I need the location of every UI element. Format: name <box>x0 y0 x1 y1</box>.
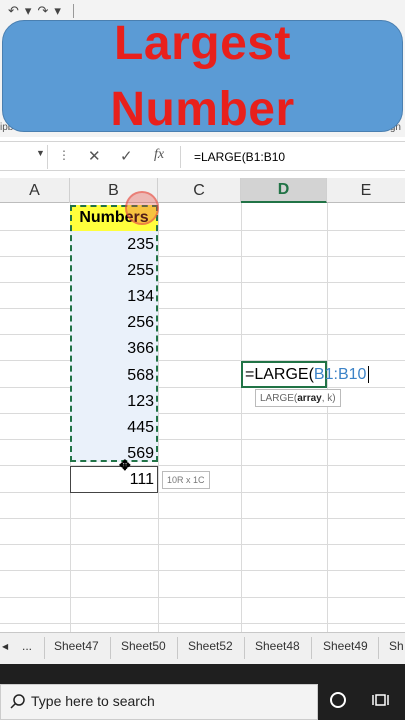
tab-scroll-left-icon[interactable]: ◀ <box>2 642 8 651</box>
column-line <box>327 203 328 632</box>
row-line <box>0 387 405 388</box>
row-line <box>0 308 405 309</box>
formula-bar-divider <box>180 146 181 168</box>
cortana-icon[interactable] <box>330 692 346 708</box>
search-placeholder[interactable]: Type here to search <box>31 693 155 709</box>
row-line <box>0 518 405 519</box>
undo-icon[interactable]: ↶ <box>8 3 19 19</box>
tooltip-remaining-args: , k) <box>321 392 336 404</box>
row-line <box>0 544 405 545</box>
tab-sheet47[interactable]: Sheet47 <box>54 639 99 653</box>
toolbar-divider <box>72 4 74 18</box>
row-line <box>0 570 405 571</box>
row-line <box>0 597 405 598</box>
redo-icon[interactable]: ↷ <box>37 3 48 19</box>
tooltip-current-arg[interactable]: array <box>297 393 321 404</box>
sheet-tabs-bar: ◀ ... Sheet47 Sheet50 Sheet52 Sheet48 Sh… <box>0 632 405 664</box>
tab-divider <box>244 637 245 659</box>
tab-divider <box>177 637 178 659</box>
column-header-row: A B C D E <box>0 178 405 203</box>
range-marquee <box>70 205 158 462</box>
formula-bar: ▼ ⋮ ✕ ✓ fx =LARGE(B1:B10 <box>0 141 405 171</box>
row-line <box>0 623 405 624</box>
chevron-down-icon[interactable]: ▾ <box>25 3 32 19</box>
insert-function-button[interactable]: fx <box>154 147 164 163</box>
tab-divider <box>110 637 111 659</box>
tab-divider <box>378 637 379 659</box>
tab-sheet52[interactable]: Sheet52 <box>188 639 233 653</box>
column-line <box>241 203 242 632</box>
cell-edit-formula[interactable]: =LARGE(B1:B10 <box>245 366 370 384</box>
search-icon <box>10 694 25 709</box>
mouse-cursor-highlight <box>125 191 159 225</box>
row-line <box>0 492 405 493</box>
chevron-down-icon[interactable]: ▾ <box>54 3 61 19</box>
tooltip-function-name: LARGE( <box>260 392 298 404</box>
text-caret <box>368 366 370 384</box>
more-options-icon[interactable]: ⋮ <box>58 148 70 162</box>
row-line <box>0 334 405 335</box>
row-line <box>0 465 405 466</box>
cancel-button[interactable]: ✕ <box>88 147 101 165</box>
row-line <box>0 230 405 231</box>
enter-button[interactable]: ✓ <box>120 147 133 165</box>
row-line <box>0 413 405 414</box>
banner-title-line2: Number <box>110 83 295 136</box>
worksheet-grid[interactable]: A B C D E <box>0 178 405 632</box>
row-line <box>0 256 405 257</box>
selection-size-tooltip: 10R x 1C <box>162 471 210 489</box>
formula-input[interactable]: =LARGE(B1:B10 <box>194 150 285 164</box>
move-cursor-icon: ✥ <box>119 457 131 473</box>
tab-divider <box>44 637 45 659</box>
column-header-e[interactable]: E <box>327 178 405 203</box>
tab-sheet-partial[interactable]: Sh <box>389 639 404 653</box>
cell-b11-value: 111 <box>129 471 154 488</box>
more-sheets-button[interactable]: ... <box>22 639 32 653</box>
chevron-down-icon[interactable]: ▼ <box>36 148 45 158</box>
task-view-icon[interactable] <box>372 692 392 708</box>
status-bar <box>0 664 405 684</box>
tab-sheet48[interactable]: Sheet48 <box>255 639 300 653</box>
column-header-d[interactable]: D <box>241 178 327 203</box>
column-header-a[interactable]: A <box>0 178 70 203</box>
excel-window: ↶ ▾ ↷ ▾ ipboard Align Largest Number ▼ ⋮… <box>0 0 405 720</box>
row-line <box>0 439 405 440</box>
column-header-c[interactable]: C <box>158 178 241 203</box>
column-line <box>158 203 159 632</box>
function-arguments-tooltip[interactable]: LARGE(array, k) <box>255 389 341 407</box>
tab-sheet50[interactable]: Sheet50 <box>121 639 166 653</box>
tab-divider <box>311 637 312 659</box>
formula-range-reference: B1:B10 <box>313 366 367 383</box>
banner-title-line1: Largest <box>114 17 291 70</box>
row-line <box>0 282 405 283</box>
row-line <box>0 360 405 361</box>
tab-sheet49[interactable]: Sheet49 <box>323 639 368 653</box>
formula-function-text: =LARGE( <box>245 366 314 383</box>
